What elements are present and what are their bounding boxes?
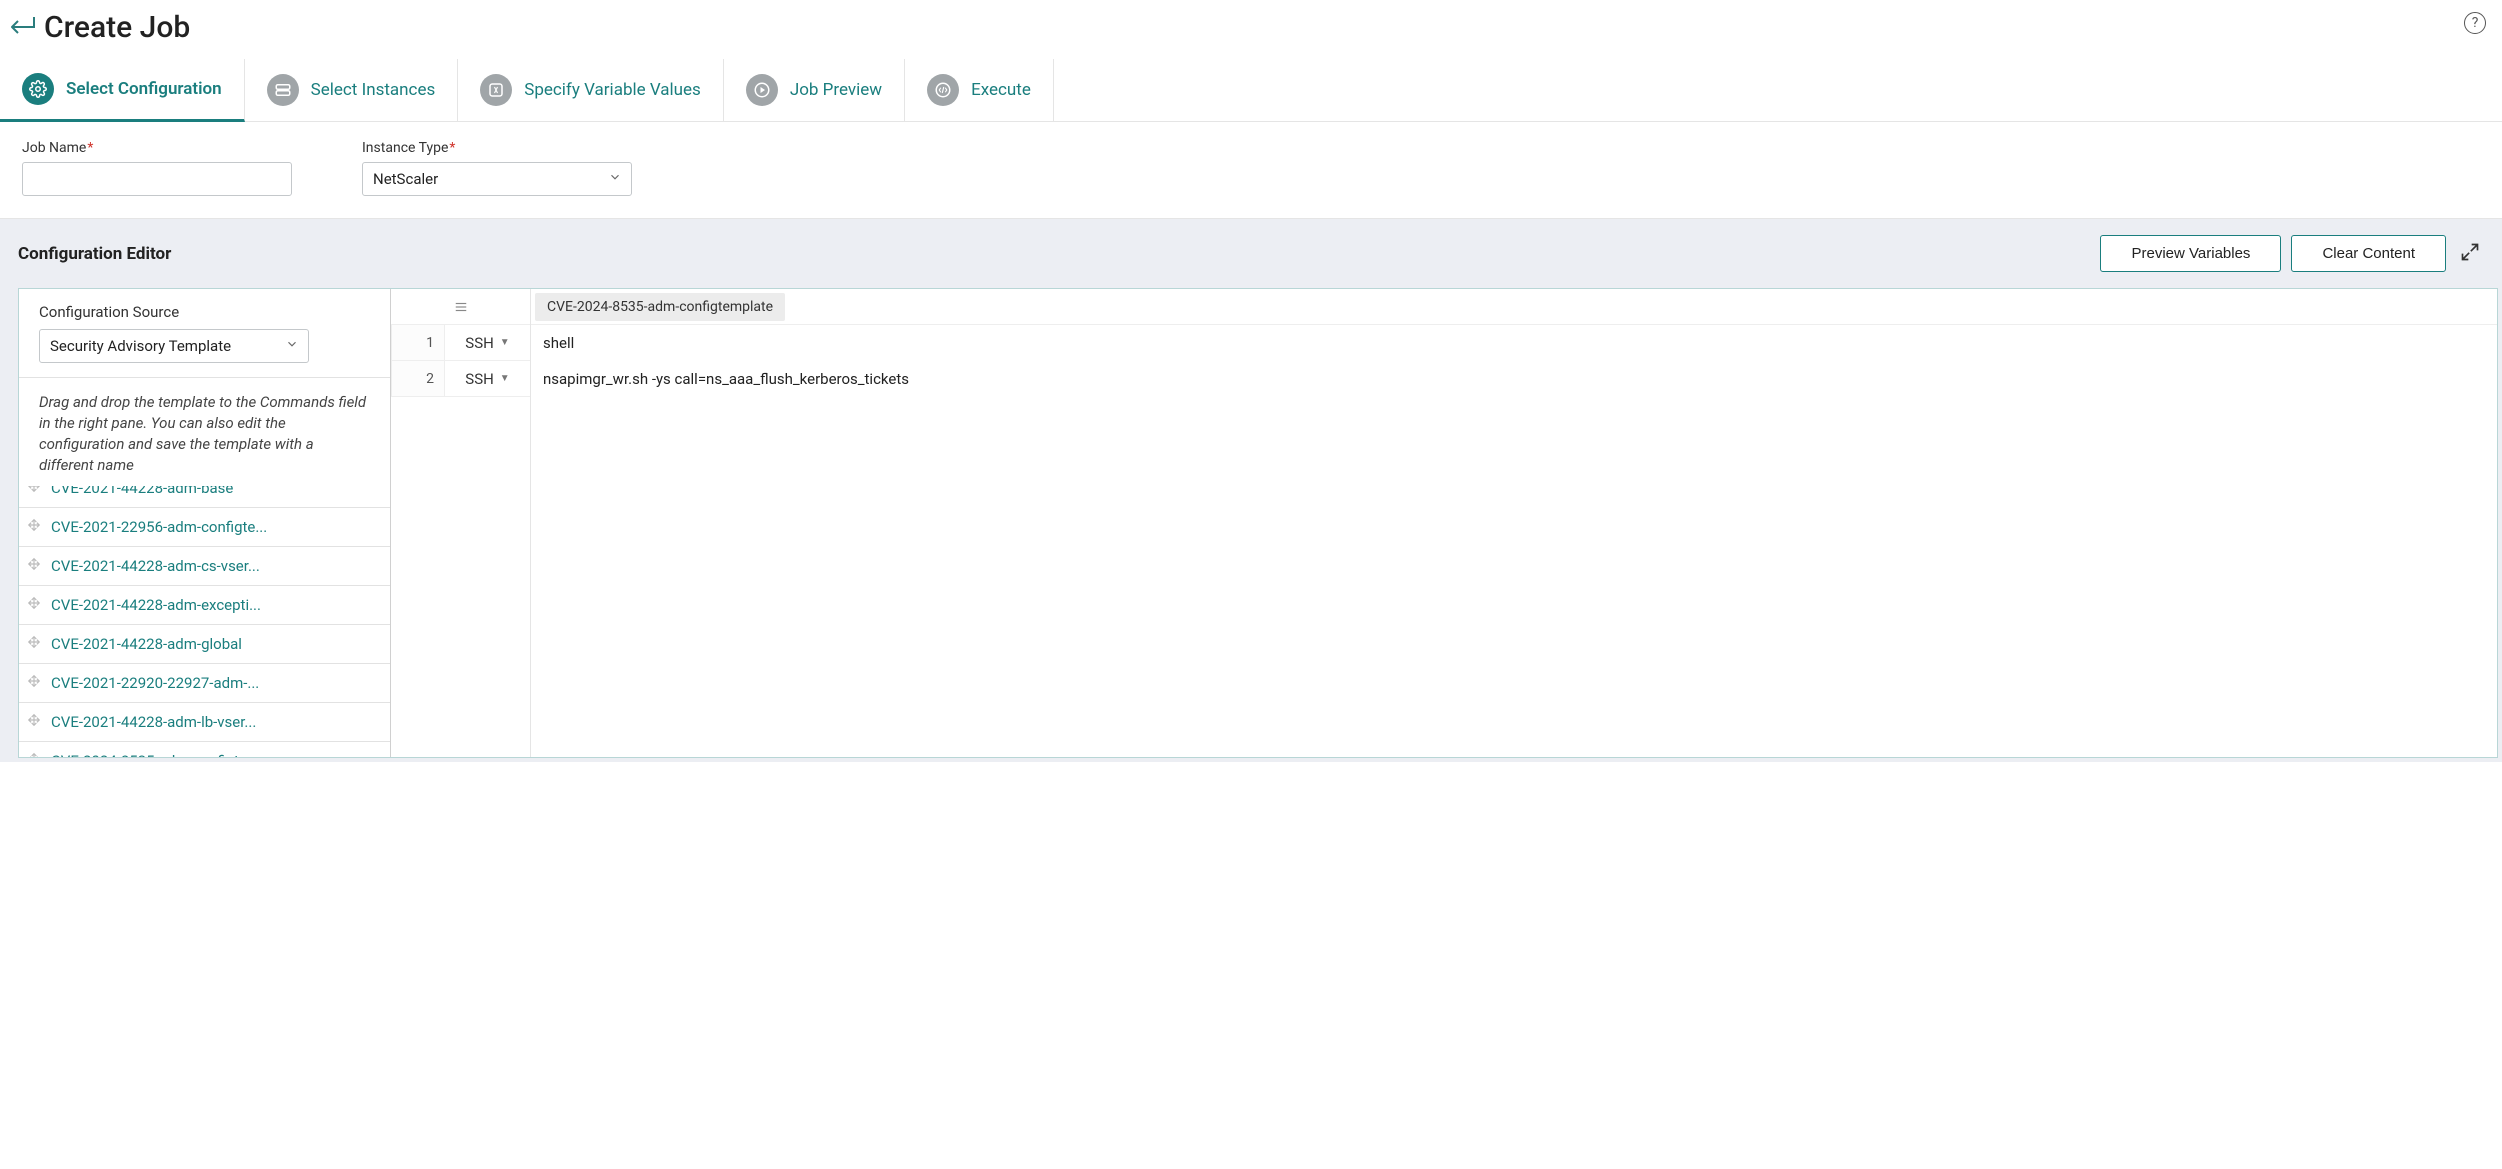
server-icon [267, 74, 299, 106]
drag-handle-icon[interactable] [27, 713, 41, 731]
page-header: Create Job ? [0, 0, 2502, 59]
tab-select-configuration[interactable]: Select Configuration [0, 59, 245, 122]
template-name: CVE-2024-8535-adm-configte... [51, 752, 259, 757]
command-line[interactable]: shell [531, 325, 2497, 361]
template-list[interactable]: CVE-2021-44228-adm-base CVE-2021-22956-a… [19, 486, 390, 757]
template-name: CVE-2021-22920-22927-adm-... [51, 674, 259, 692]
editor-actions: Preview Variables Clear Content [2100, 235, 2484, 272]
instance-type-select[interactable]: NetScaler [362, 162, 632, 196]
instance-type-group: Instance Type* NetScaler [362, 140, 632, 196]
instance-type-label: Instance Type* [362, 140, 632, 156]
template-name: CVE-2021-44228-adm-lb-vser... [51, 713, 256, 731]
tab-job-preview[interactable]: Job Preview [724, 59, 905, 121]
caret-down-icon: ▼ [500, 373, 510, 384]
template-name: CVE-2021-44228-adm-cs-vser... [51, 557, 260, 575]
help-icon[interactable]: ? [2464, 12, 2486, 34]
command-line[interactable]: nsapimgr_wr.sh -ys call=ns_aaa_flush_ker… [531, 361, 2497, 397]
template-item[interactable]: CVE-2021-22956-adm-configte... [19, 508, 390, 547]
protocol-value: SSH [465, 334, 494, 352]
form-row: Job Name* Instance Type* NetScaler [0, 122, 2502, 218]
editor-title: Configuration Editor [18, 244, 171, 264]
tab-execute[interactable]: Execute [905, 59, 1054, 121]
code-icon [927, 74, 959, 106]
line-number: 2 [391, 361, 445, 397]
template-item[interactable]: CVE-2021-44228-adm-lb-vser... [19, 703, 390, 742]
template-item[interactable]: CVE-2021-44228-adm-excepti... [19, 586, 390, 625]
back-icon[interactable] [10, 17, 36, 39]
expand-icon[interactable] [2456, 238, 2484, 270]
template-name: CVE-2021-44228-adm-base [51, 486, 233, 497]
sidebar-hint: Drag and drop the template to the Comman… [19, 378, 390, 486]
template-item[interactable]: CVE-2021-44228-adm-cs-vser... [19, 547, 390, 586]
job-name-input[interactable] [22, 162, 292, 196]
editor-gutter: 1 SSH ▼ 2 SSH ▼ [391, 289, 531, 757]
gutter-row: 1 SSH ▼ [391, 325, 530, 361]
drag-handle-icon[interactable] [27, 518, 41, 536]
tab-label: Select Configuration [66, 79, 222, 99]
template-item[interactable]: CVE-2024-8535-adm-configte... [19, 742, 390, 757]
page-title: Create Job [44, 10, 190, 45]
preview-variables-button[interactable]: Preview Variables [2100, 235, 2281, 272]
tab-select-instances[interactable]: Select Instances [245, 59, 459, 121]
tab-label: Select Instances [311, 80, 436, 100]
drag-handle-icon[interactable] [27, 596, 41, 614]
gutter-menu-icon[interactable] [391, 289, 530, 325]
editor-sidebar: Configuration Source Security Advisory T… [19, 289, 391, 757]
file-tab-bar: CVE-2024-8535-adm-configtemplate [531, 289, 2497, 325]
gutter-row: 2 SSH ▼ [391, 361, 530, 397]
protocol-value: SSH [465, 370, 494, 388]
preview-icon [746, 74, 778, 106]
tab-label: Specify Variable Values [524, 80, 701, 100]
template-name: CVE-2021-22956-adm-configte... [51, 518, 267, 536]
template-name: CVE-2021-44228-adm-excepti... [51, 596, 261, 614]
gear-icon [22, 73, 54, 105]
tab-label: Job Preview [790, 80, 882, 100]
file-tab[interactable]: CVE-2024-8535-adm-configtemplate [535, 293, 785, 321]
drag-handle-icon[interactable] [27, 635, 41, 653]
drag-handle-icon[interactable] [27, 752, 41, 757]
config-source-label: Configuration Source [39, 303, 370, 321]
line-number: 1 [391, 325, 445, 361]
editor-header: Configuration Editor Preview Variables C… [18, 235, 2498, 272]
commands-pane: CVE-2024-8535-adm-configtemplate shell n… [531, 289, 2497, 757]
editor-body: Configuration Source Security Advisory T… [18, 288, 2498, 758]
wizard-tabs: Select Configuration Select Instances Sp… [0, 59, 2502, 122]
protocol-select[interactable]: SSH ▼ [445, 325, 530, 361]
job-name-label: Job Name* [22, 140, 292, 156]
template-item[interactable]: CVE-2021-44228-adm-base [19, 486, 390, 508]
template-item[interactable]: CVE-2021-44228-adm-global [19, 625, 390, 664]
configuration-editor-section: Configuration Editor Preview Variables C… [0, 218, 2502, 762]
config-source-select[interactable]: Security Advisory Template [39, 329, 309, 363]
protocol-select[interactable]: SSH ▼ [445, 361, 530, 397]
variable-icon [480, 74, 512, 106]
job-name-group: Job Name* [22, 140, 292, 196]
template-name: CVE-2021-44228-adm-global [51, 635, 242, 653]
tab-specify-variable-values[interactable]: Specify Variable Values [458, 59, 724, 121]
config-source-value: Security Advisory Template [50, 337, 231, 355]
template-item[interactable]: CVE-2021-22920-22927-adm-... [19, 664, 390, 703]
drag-handle-icon[interactable] [27, 486, 41, 497]
instance-type-value: NetScaler [373, 170, 438, 188]
tab-label: Execute [971, 80, 1031, 100]
drag-handle-icon[interactable] [27, 674, 41, 692]
caret-down-icon: ▼ [500, 337, 510, 348]
clear-content-button[interactable]: Clear Content [2291, 235, 2446, 272]
drag-handle-icon[interactable] [27, 557, 41, 575]
